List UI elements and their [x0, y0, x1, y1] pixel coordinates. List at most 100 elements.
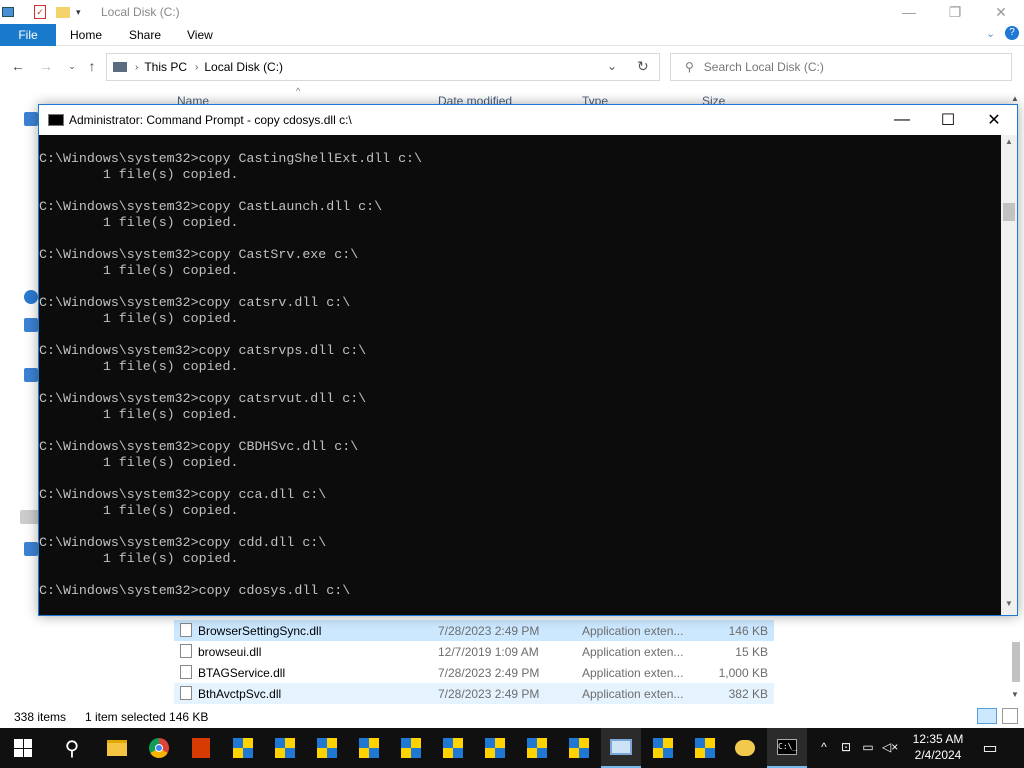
file-row[interactable]: BthAvctpSvc.dll 7/28/2023 2:49 PM Applicat… — [174, 683, 774, 704]
refresh-icon[interactable]: ↻ — [637, 58, 649, 75]
console-line: C:\Windows\system32>copy cdosys.dll c:\ — [39, 583, 351, 598]
recent-locations-button[interactable]: ⌄ — [64, 58, 80, 74]
shield-app-icon — [695, 738, 715, 758]
tab-view[interactable]: View — [187, 28, 213, 42]
help-icon[interactable]: ? — [1005, 26, 1019, 40]
address-dropdown-icon[interactable]: ⌄ — [607, 59, 617, 73]
chat-icon — [735, 740, 755, 756]
maximize-button[interactable]: ❐ — [932, 0, 978, 24]
cmd-minimize-button[interactable]: — — [879, 105, 925, 135]
network-icon[interactable]: ▭ — [860, 740, 876, 756]
taskbar-button[interactable] — [223, 728, 263, 768]
console-line: 1 file(s) copied. — [39, 551, 239, 566]
tab-home[interactable]: Home — [70, 28, 102, 42]
clock[interactable]: 12:35 AM 2/4/2024 — [906, 731, 970, 763]
console-line: C:\Windows\system32>copy CastSrv.exe c:\ — [39, 247, 359, 262]
file-size: 146 KB — [728, 624, 768, 638]
properties-icon[interactable]: ✓ — [34, 5, 46, 19]
network-icon[interactable] — [24, 542, 38, 556]
notifications-icon[interactable]: ▭ — [982, 738, 998, 757]
file-size: 15 KB — [735, 645, 768, 659]
show-hidden-icons-icon[interactable]: ^ — [816, 740, 832, 756]
taskbar-button[interactable] — [349, 728, 389, 768]
taskbar-button[interactable] — [3, 728, 43, 768]
close-button[interactable]: ✕ — [978, 0, 1024, 24]
taskbar-button[interactable] — [517, 728, 557, 768]
console-line: 1 file(s) copied. — [39, 215, 239, 230]
customize-quick-access-icon[interactable]: ▾ — [76, 7, 81, 18]
details-view-icon[interactable] — [977, 708, 997, 724]
pc-icon[interactable] — [2, 7, 14, 17]
taskbar-button[interactable] — [475, 728, 515, 768]
cmd-scrollbar[interactable]: ▲ ▼ — [1001, 135, 1017, 615]
taskbar-button[interactable] — [391, 728, 431, 768]
security-icon[interactable]: ⊡ — [838, 740, 854, 756]
volume-muted-icon[interactable]: ◁× — [882, 740, 898, 756]
tab-share[interactable]: Share — [129, 28, 161, 42]
ribbon-tabs: File Home Share View ⌄ ? — [0, 24, 1024, 46]
taskbar-button[interactable] — [601, 728, 641, 768]
scroll-thumb[interactable] — [1003, 203, 1015, 221]
breadcrumb-this-pc[interactable]: This PC — [144, 60, 187, 74]
large-icons-view-icon[interactable] — [1002, 708, 1018, 724]
scroll-thumb[interactable] — [1012, 642, 1020, 682]
file-row[interactable]: BrowserSettingSync.dll 7/28/2023 2:49 PM A… — [174, 620, 774, 641]
shield-app-icon — [275, 738, 295, 758]
file-name: BTAGService.dll — [198, 666, 286, 680]
desktop-icon[interactable] — [24, 368, 38, 382]
new-folder-icon[interactable] — [56, 6, 70, 18]
taskbar-button[interactable] — [265, 728, 305, 768]
taskbar-button[interactable] — [307, 728, 347, 768]
shield-app-icon — [359, 738, 379, 758]
taskbar-button[interactable] — [559, 728, 599, 768]
up-button[interactable]: ↑ — [84, 58, 100, 74]
shield-app-icon — [443, 738, 463, 758]
address-bar[interactable]: › This PC › Local Disk (C:) ⌄ ↻ — [106, 53, 660, 81]
taskbar-button[interactable]: ⚲ — [52, 728, 92, 768]
onedrive-icon[interactable] — [24, 290, 38, 304]
local-disk-nav-icon[interactable] — [20, 510, 40, 524]
taskbar-button[interactable] — [139, 728, 179, 768]
clock-date: 2/4/2024 — [914, 748, 962, 762]
taskbar-button[interactable]: C:\_ — [767, 728, 807, 768]
console-output[interactable]: C:\Windows\system32>copy CastingShellExt… — [39, 135, 999, 615]
console-line: 1 file(s) copied. — [39, 455, 239, 470]
cmd-close-button[interactable]: ✕ — [971, 105, 1017, 135]
scroll-up-icon[interactable]: ▲ — [1001, 137, 1017, 151]
address-row: ← → ⌄ ↑ › This PC › Local Disk (C:) ⌄ ↻ … — [0, 52, 1024, 82]
chrome-icon — [149, 738, 169, 758]
console-line: 1 file(s) copied. — [39, 263, 239, 278]
search-box[interactable]: ⚲ Search Local Disk (C:) — [670, 53, 1012, 81]
taskbar-button[interactable] — [685, 728, 725, 768]
taskbar-button[interactable] — [97, 728, 137, 768]
this-pc-icon[interactable] — [24, 318, 38, 332]
cmd-titlebar[interactable]: Administrator: Command Prompt - copy cdo… — [39, 105, 1017, 135]
tab-file[interactable]: File — [0, 24, 56, 46]
shield-app-icon — [401, 738, 421, 758]
forward-button[interactable]: → — [38, 58, 54, 74]
scroll-down-icon[interactable]: ▼ — [1011, 690, 1019, 699]
quick-access-icon[interactable] — [24, 112, 38, 126]
scroll-up-icon[interactable]: ▲ — [1011, 94, 1019, 103]
file-row[interactable]: browseui.dll 12/7/2019 1:09 AM Application… — [174, 641, 774, 662]
dll-file-icon — [180, 623, 192, 637]
shield-app-icon — [317, 738, 337, 758]
taskbar-button[interactable] — [433, 728, 473, 768]
taskbar-button[interactable] — [725, 728, 765, 768]
command-prompt-window[interactable]: Administrator: Command Prompt - copy cdo… — [38, 104, 1018, 616]
minimize-button[interactable]: — — [886, 0, 932, 24]
taskbar-button[interactable] — [181, 728, 221, 768]
breadcrumb-local-disk[interactable]: Local Disk (C:) — [204, 60, 283, 74]
scroll-down-icon[interactable]: ▼ — [1001, 599, 1017, 613]
back-button[interactable]: ← — [10, 58, 26, 74]
file-row[interactable]: BTAGService.dll 7/28/2023 2:49 PM Applicat… — [174, 662, 774, 683]
taskbar-button[interactable] — [643, 728, 683, 768]
file-type: Application exten... — [582, 687, 684, 701]
breadcrumb-separator-icon: › — [135, 61, 139, 73]
expand-ribbon-icon[interactable]: ⌄ — [986, 27, 995, 40]
file-type: Application exten... — [582, 624, 684, 638]
cmd-maximize-button[interactable]: ☐ — [925, 105, 971, 135]
taskbar: ⚲ C:\_ ^ ⊡ ▭ ◁× 12:35 AM 2/4/2024 ▭ — [0, 728, 1024, 768]
